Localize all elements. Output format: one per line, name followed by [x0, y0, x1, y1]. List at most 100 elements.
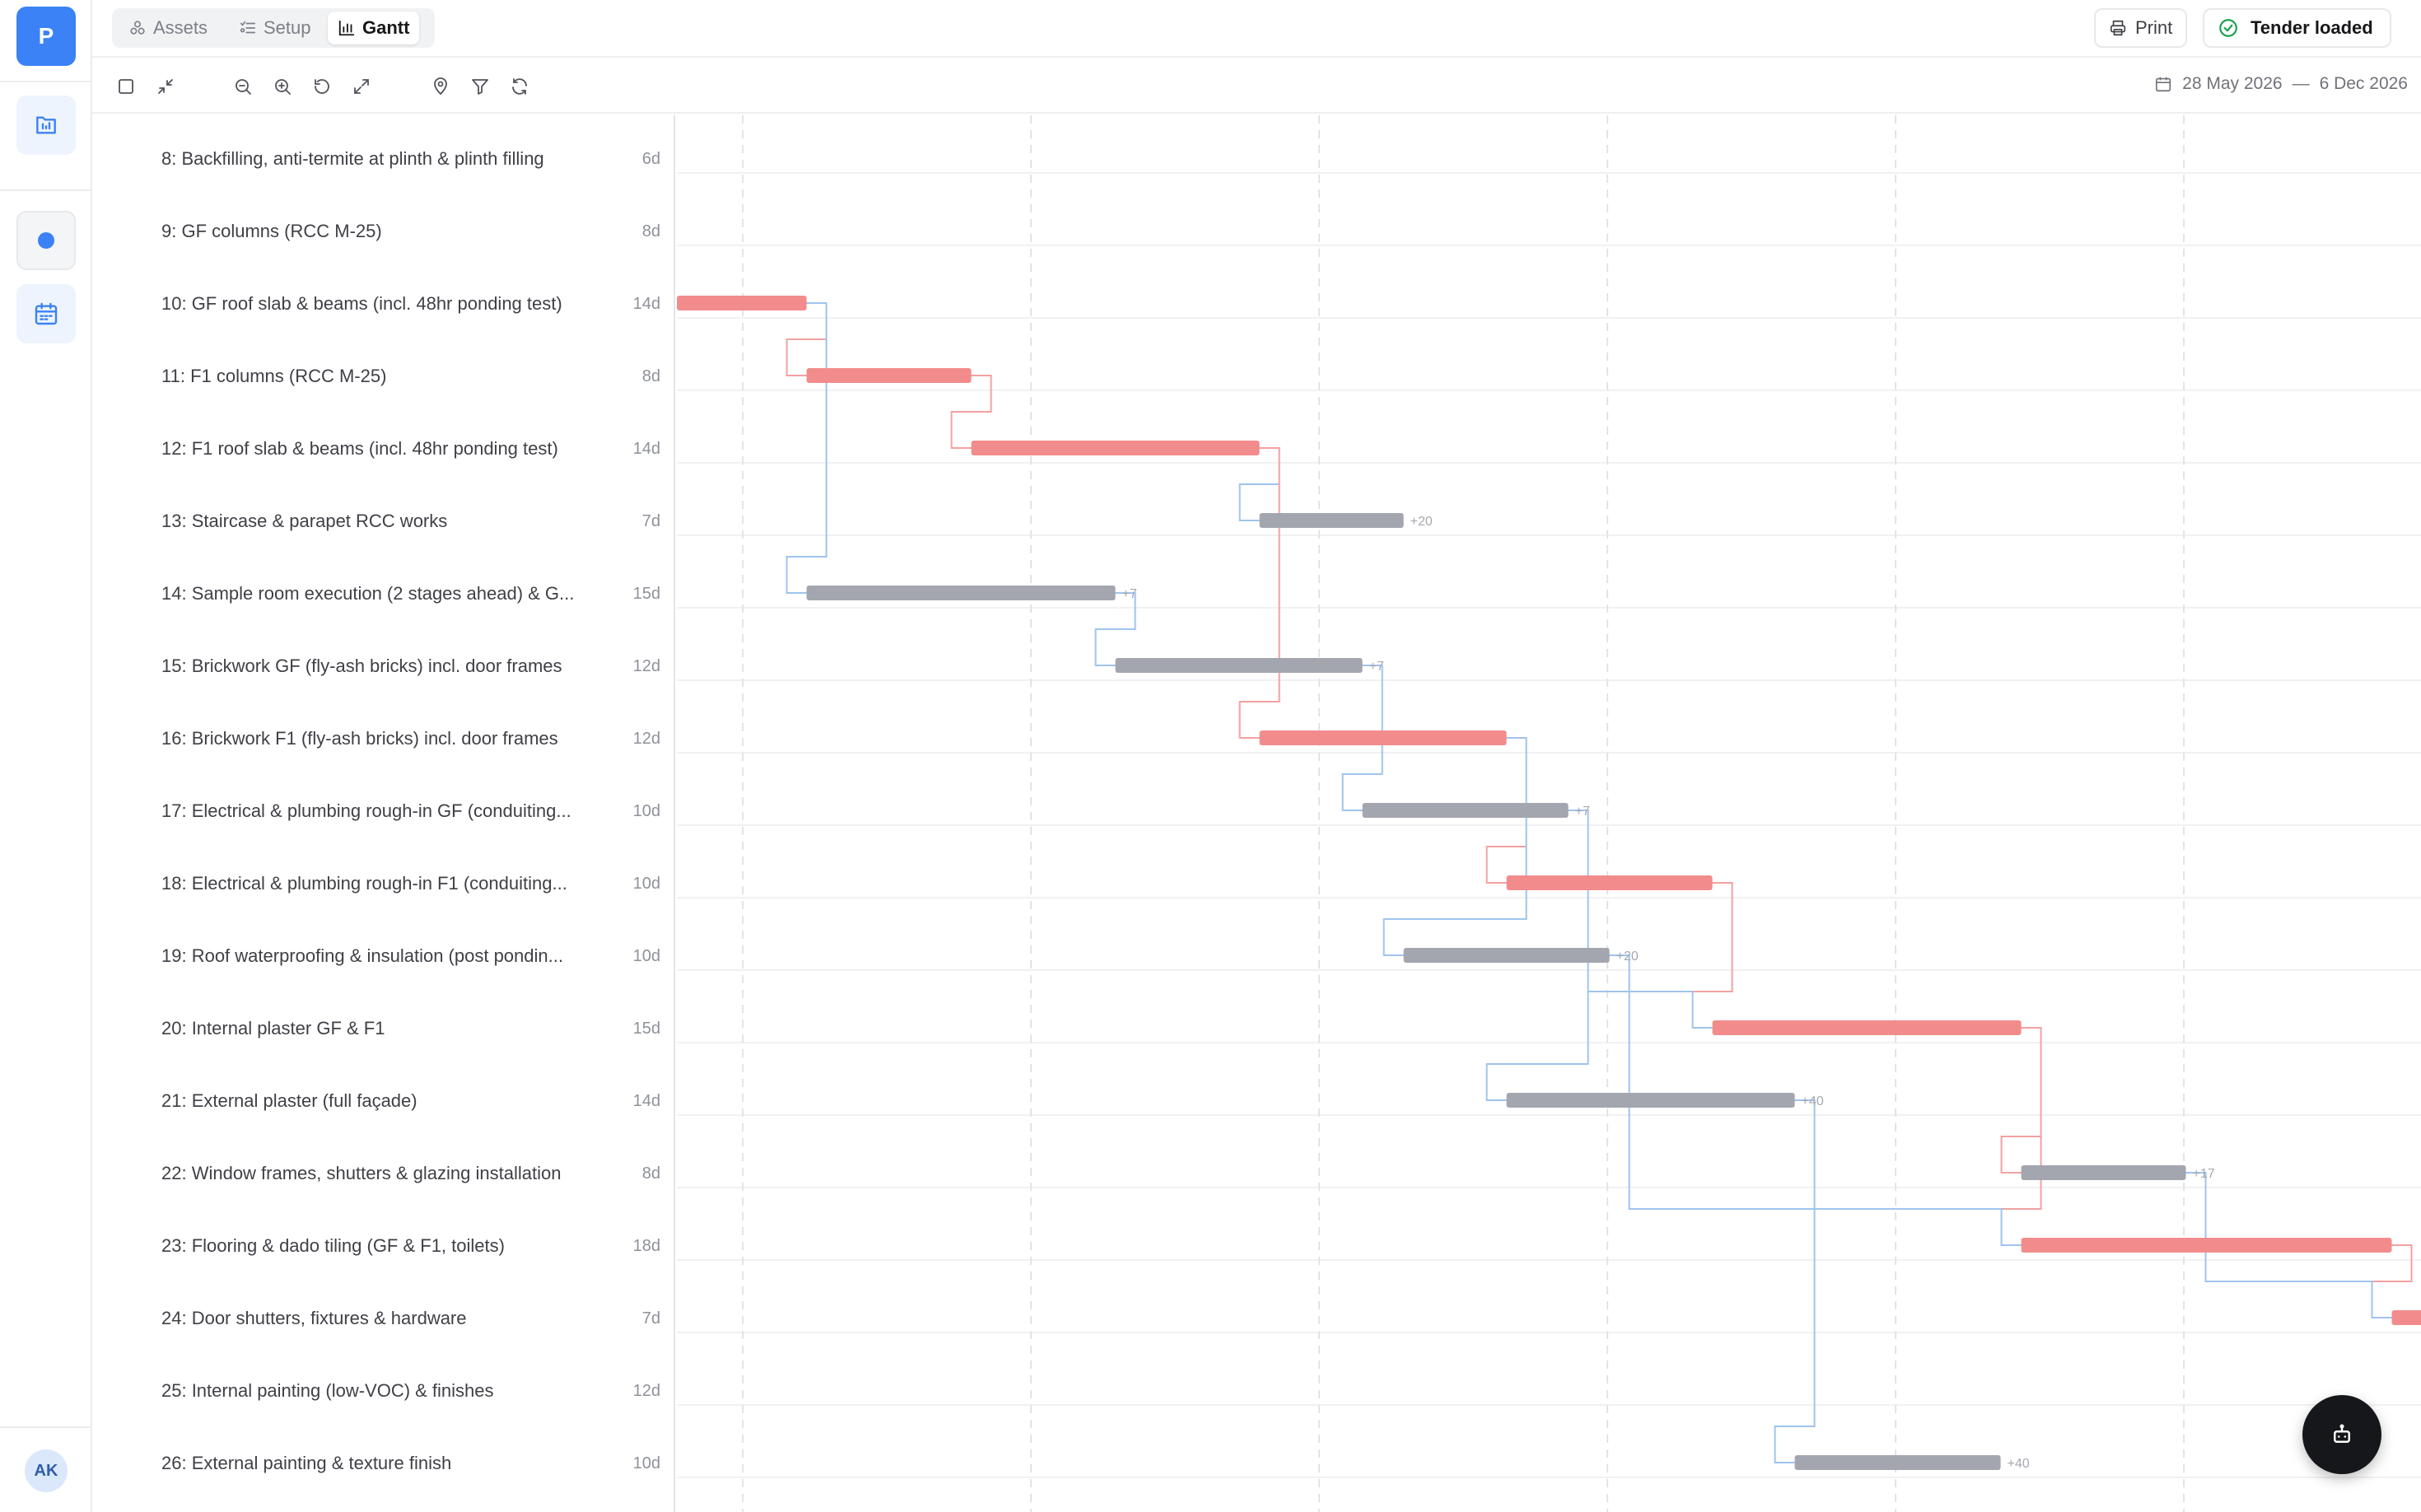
- task-row[interactable]: 12: F1 roof slab & beams (incl. 48hr pon…: [92, 412, 675, 484]
- task-duration: 8d: [641, 222, 660, 240]
- zoom-in-button[interactable]: [268, 72, 296, 100]
- date-end: 6 Dec 2026: [2319, 74, 2408, 93]
- dependency-link: [1238, 447, 1280, 739]
- task-row[interactable]: 25: Internal painting (low-VOC) & finish…: [92, 1354, 675, 1426]
- task-name: 8: Backfilling, anti-termite at plinth &…: [161, 148, 544, 169]
- task-row[interactable]: 20: Internal plaster GF & F1 15d: [92, 992, 675, 1064]
- assistant-button[interactable]: [2302, 1395, 2381, 1474]
- dependency-link: [1774, 1099, 1816, 1463]
- task-duration: 18d: [632, 1237, 660, 1255]
- task-duration: 10d: [632, 875, 660, 893]
- refresh-icon: [512, 78, 527, 95]
- task-row[interactable]: 21: External plaster (full façade) 14d: [92, 1064, 675, 1136]
- logo-letter: P: [38, 23, 54, 49]
- task-row[interactable]: 26: External painting & texture finish 10…: [92, 1426, 675, 1499]
- critical-task-bar: [971, 441, 1260, 455]
- task-duration: 7d: [641, 1309, 660, 1328]
- task-bar: [1115, 658, 1363, 673]
- task-row[interactable]: 9: GF columns (RCC M-25) 8d: [92, 194, 675, 267]
- task-name: 12: F1 roof slab & beams (incl. 48hr pon…: [161, 438, 558, 459]
- tab-setup[interactable]: Setup: [229, 12, 321, 44]
- user-avatar[interactable]: AK: [25, 1449, 68, 1492]
- milestone-button[interactable]: [427, 72, 455, 100]
- task-row[interactable]: 10: GF roof slab & beams (incl. 48hr pon…: [92, 267, 675, 339]
- zoom-out-button[interactable]: [229, 72, 257, 100]
- view-tabs: Assets Setup Gantt: [112, 8, 435, 48]
- refresh-button[interactable]: [506, 72, 534, 100]
- task-duration: 8d: [641, 1164, 660, 1183]
- avatar-initials: AK: [34, 1461, 58, 1480]
- slack-label: +7: [1369, 660, 1384, 674]
- task-name: 19: Roof waterproofing & insulation (pos…: [161, 945, 563, 966]
- task-bar: [1403, 948, 1610, 963]
- filter-button[interactable]: [466, 72, 494, 100]
- print-button[interactable]: Print: [2094, 8, 2188, 48]
- collapse-button[interactable]: [152, 72, 180, 100]
- task-duration: 15d: [632, 585, 660, 603]
- task-name: 21: External plaster (full façade): [161, 1090, 417, 1111]
- task-name: 10: GF roof slab & beams (incl. 48hr pon…: [161, 293, 562, 314]
- task-name: 18: Electrical & plumbing rough-in F1 (c…: [161, 873, 567, 894]
- task-name: 16: Brickwork F1 (fly-ash bricks) incl. …: [161, 728, 558, 749]
- critical-task-bar: [2021, 1238, 2392, 1253]
- task-name: 26: External painting & texture finish: [161, 1453, 452, 1473]
- task-bar: [1259, 513, 1404, 528]
- task-duration: 10d: [632, 802, 660, 820]
- task-duration: 6d: [641, 150, 660, 168]
- tab-assets[interactable]: Assets: [119, 12, 217, 44]
- task-row[interactable]: 13: Staircase & parapet RCC works 7d: [92, 484, 675, 557]
- app-rail: P AK: [0, 0, 92, 1512]
- task-row[interactable]: 11: F1 columns (RCC M-25) 8d: [92, 339, 675, 412]
- critical-task-bar: [1712, 1020, 2022, 1035]
- status-dot-icon: [38, 232, 54, 249]
- task-name: 20: Internal plaster GF & F1: [161, 1018, 385, 1038]
- chart-folder-icon: [36, 116, 56, 134]
- select-checkbox-icon: [119, 79, 133, 94]
- task-row[interactable]: 22: Window frames, shutters & glazing in…: [92, 1136, 675, 1209]
- task-row[interactable]: 16: Brickwork F1 (fly-ash bricks) incl. …: [92, 702, 675, 774]
- task-bar: [806, 586, 1116, 600]
- select-all-checkbox[interactable]: [112, 72, 140, 100]
- critical-task-bar: [1506, 875, 1713, 890]
- task-name: 11: F1 columns (RCC M-25): [161, 366, 387, 386]
- nav-gantt-folder[interactable]: [16, 96, 76, 155]
- date-start: 28 May 2026: [2182, 74, 2283, 93]
- date-range[interactable]: 28 May 2026 — 6 Dec 2026: [2154, 74, 2408, 94]
- task-row[interactable]: 8: Backfilling, anti-termite at plinth &…: [92, 122, 675, 194]
- task-row[interactable]: 14: Sample room execution (2 stages ahea…: [92, 557, 675, 629]
- dependency-link: [2000, 1027, 2042, 1174]
- task-name: 17: Electrical & plumbing rough-in GF (c…: [161, 800, 571, 821]
- task-duration: 14d: [632, 1092, 660, 1110]
- slack-label: +20: [1616, 950, 1639, 964]
- task-row[interactable]: 19: Roof waterproofing & insulation (pos…: [92, 919, 675, 992]
- task-name: 23: Flooring & dado tiling (GF & F1, toi…: [161, 1235, 505, 1256]
- nav-calendar[interactable]: [16, 284, 76, 343]
- task-row[interactable]: 17: Electrical & plumbing rough-in GF (c…: [92, 774, 675, 847]
- print-label: Print: [2135, 17, 2173, 38]
- fit-view-button[interactable]: [348, 72, 376, 100]
- task-row[interactable]: 18: Electrical & plumbing rough-in F1 (c…: [92, 847, 675, 919]
- reset-view-button[interactable]: [308, 72, 336, 100]
- tender-status-badge[interactable]: Tender loaded: [2203, 8, 2391, 48]
- project-logo-button[interactable]: P: [16, 7, 76, 66]
- gantt-toolbar: 28 May 2026 — 6 Dec 2026: [92, 59, 2421, 114]
- date-separator: —: [2292, 74, 2310, 93]
- tender-status-label: Tender loaded: [2251, 17, 2373, 38]
- nav-status[interactable]: [16, 211, 76, 270]
- tab-gantt[interactable]: Gantt: [328, 12, 420, 44]
- dependency-link: [786, 302, 828, 594]
- list-settings-icon: [240, 21, 256, 34]
- rail-divider: [0, 1426, 92, 1428]
- tab-setup-label: Setup: [264, 17, 311, 38]
- task-row[interactable]: 24: Door shutters, fixtures & hardware 7d: [92, 1281, 675, 1354]
- task-row[interactable]: 15: Brickwork GF (fly-ash bricks) incl. …: [92, 629, 675, 702]
- task-list: 8: Backfilling, anti-termite at plinth &…: [92, 115, 675, 1512]
- slack-label: +40: [1802, 1094, 1824, 1108]
- task-row[interactable]: 23: Flooring & dado tiling (GF & F1, toi…: [92, 1209, 675, 1281]
- dependency-link: [1691, 882, 1733, 1029]
- task-name: 15: Brickwork GF (fly-ash bricks) incl. …: [161, 656, 562, 676]
- printer-icon: [2110, 20, 2126, 36]
- slack-label: +7: [1575, 805, 1590, 819]
- bar-chart-icon: [338, 20, 355, 36]
- task-duration: 12d: [632, 657, 660, 675]
